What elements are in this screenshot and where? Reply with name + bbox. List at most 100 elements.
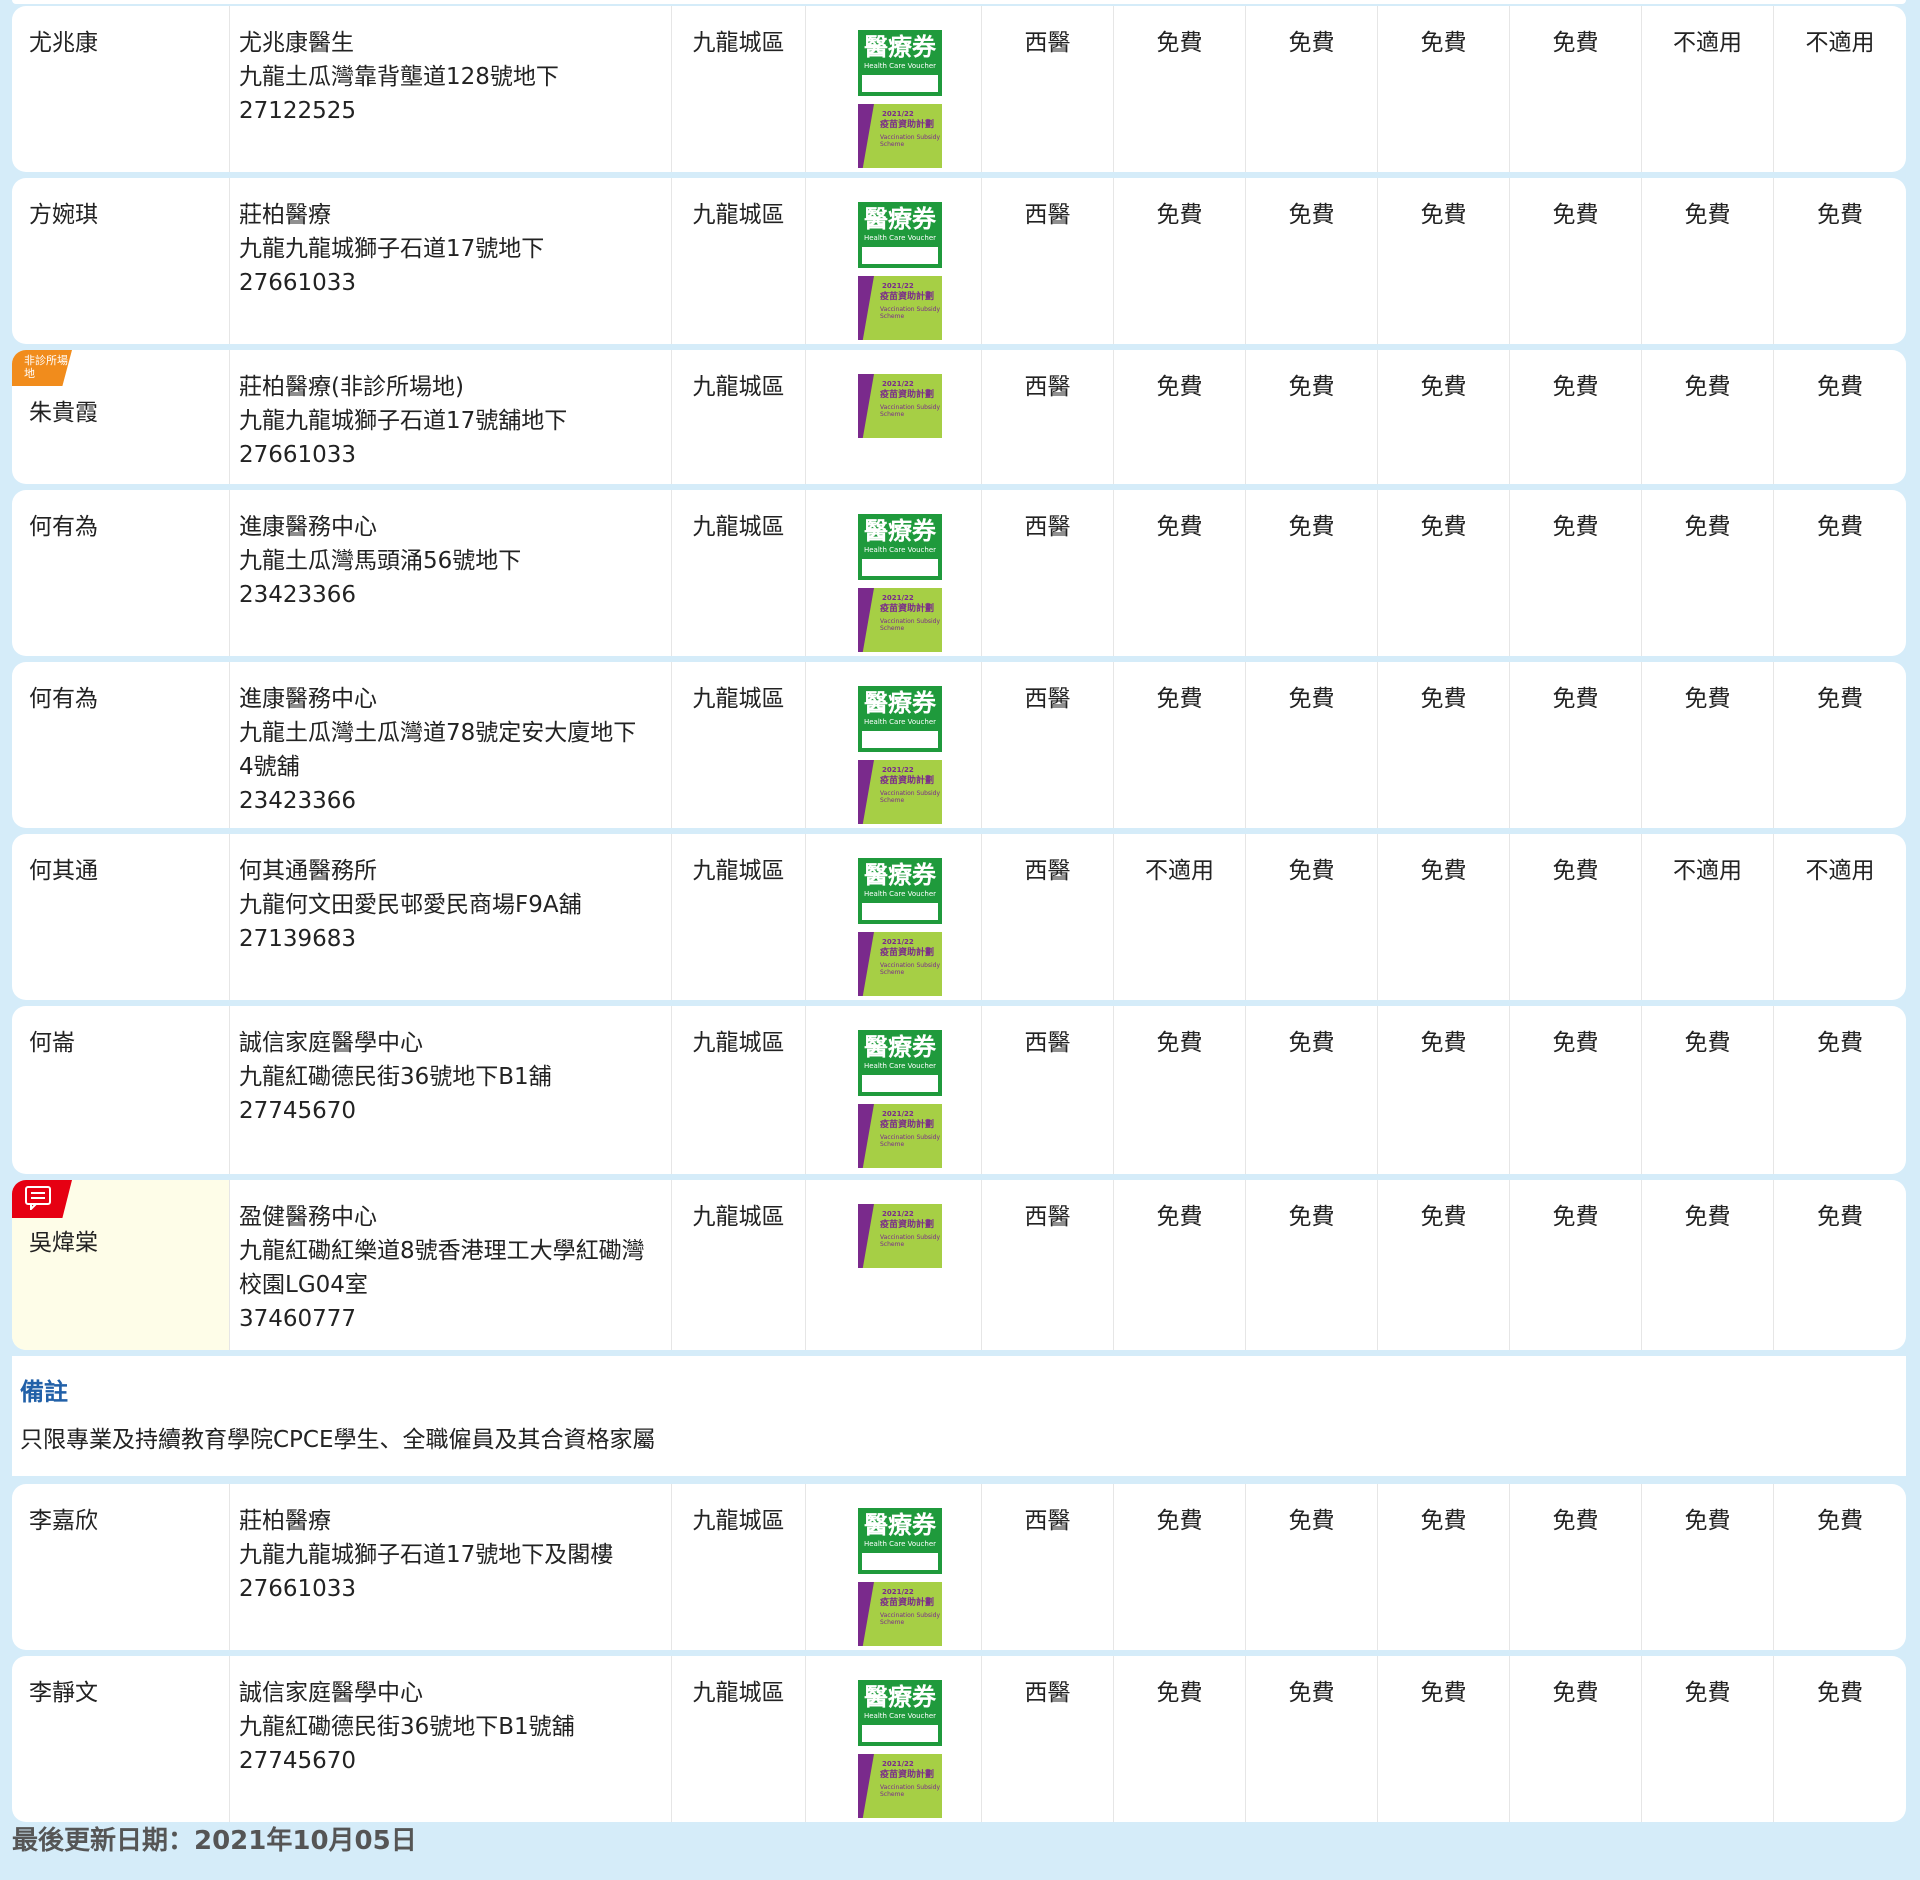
hcv-strip xyxy=(862,559,938,576)
scheme-icons-cell: 醫療券 Health Care Voucher 2021/22 疫苗資助計劃 Vacci… xyxy=(806,178,982,344)
clinic-name[interactable]: 莊柏醫療 xyxy=(239,1504,671,1538)
scheme-icons-cell: 2021/22 疫苗資助計劃 Vaccination Subsidy Scheme xyxy=(806,350,982,484)
hcv-title: 醫療券 xyxy=(864,33,936,61)
doctor-type: 西醫 xyxy=(982,834,1114,1000)
service-fee-value: 不適用 xyxy=(1114,834,1246,1000)
clinic-address: 校園LG04室 xyxy=(239,1272,368,1298)
vss-year: 2021/22 xyxy=(882,766,914,774)
scheme-icons-cell: 醫療券 Health Care Voucher 2021/22 疫苗資助計劃 Vacci… xyxy=(806,834,982,1000)
clinic-name[interactable]: 盈健醫務中心 xyxy=(239,1200,671,1234)
doctor-name[interactable]: 何有為 xyxy=(29,510,229,544)
service-fee-value: 不適用 xyxy=(1805,858,1875,884)
doctor-type: 西醫 xyxy=(982,350,1114,484)
service-fee-value: 免費 xyxy=(1246,6,1378,172)
doctor-name-cell: 何有為 xyxy=(12,490,230,656)
service-fee-value: 免費 xyxy=(1114,1484,1246,1650)
remark-box: 備註 只限專業及持續教育學院CPCE學生、全職僱員及其合資格家屬 xyxy=(12,1356,1906,1476)
table-row: 方婉琪 莊柏醫療 九龍九龍城獅子石道17號地下 27661033 九龍城區 醫療券 Heal… xyxy=(12,178,1906,344)
vss-subtitle: Vaccination Subsidy Scheme xyxy=(880,1784,941,1798)
hcv-strip xyxy=(862,1725,938,1742)
hcv-strip xyxy=(862,75,938,92)
vss-subtitle: Vaccination Subsidy Scheme xyxy=(880,404,941,418)
doctor-name[interactable]: 何其通 xyxy=(29,854,229,888)
doctor-name-cell: 吳煒棠 xyxy=(12,1180,230,1350)
doctor-name[interactable]: 何崙 xyxy=(29,1026,229,1060)
hcv-strip xyxy=(862,1553,938,1570)
vss-subtitle: Vaccination Subsidy Scheme xyxy=(880,618,941,632)
clinic-address: 九龍紅磡紅樂道8號香港理工大學紅磡灣 xyxy=(239,1238,645,1264)
vss-subtitle: Vaccination Subsidy Scheme xyxy=(880,1612,941,1626)
hcv-subtitle: Health Care Voucher xyxy=(863,546,937,554)
doctor-name[interactable]: 朱貴霞 xyxy=(29,396,229,430)
service-fee-value: 免費 xyxy=(1378,662,1510,828)
table-row: 非診所場地 朱貴霞 莊柏醫療(非診所場地) 九龍九龍城獅子石道17號舖地下 276610… xyxy=(12,350,1906,484)
service-fee-value: 免費 xyxy=(1114,1180,1246,1350)
vaccination-subsidy-scheme-icon: 2021/22 疫苗資助計劃 Vaccination Subsidy Scheme xyxy=(858,1754,942,1818)
service-fee-value: 免費 xyxy=(1378,1484,1510,1650)
service-fee-value: 免費 xyxy=(1817,1680,1863,1706)
service-fee-value: 免費 xyxy=(1817,1030,1863,1056)
doctor-type: 西醫 xyxy=(982,1180,1114,1350)
clinic-name[interactable]: 何其通醫務所 xyxy=(239,854,671,888)
hcv-strip xyxy=(862,1075,938,1092)
hcv-subtitle: Health Care Voucher xyxy=(863,62,937,70)
doctor-name[interactable]: 方婉琪 xyxy=(29,198,229,232)
doctor-name[interactable]: 何有為 xyxy=(29,682,229,716)
service-fee-value: 免費 xyxy=(1642,350,1774,484)
vss-title: 疫苗資助計劃 xyxy=(880,120,935,130)
service-fee-value: 免費 xyxy=(1817,374,1863,400)
service-fee-value: 免費 xyxy=(1817,514,1863,540)
vss-stripe xyxy=(858,932,874,996)
service-fee-value: 免費 xyxy=(1642,1484,1774,1650)
clinic-name[interactable]: 尤兆康醫生 xyxy=(239,26,671,60)
service-fee-value: 免費 xyxy=(1114,178,1246,344)
hcv-title: 醫療券 xyxy=(864,1033,936,1061)
clinic-phone: 27139683 xyxy=(239,926,357,952)
doctor-name[interactable]: 李靜文 xyxy=(29,1676,229,1710)
district: 九龍城區 xyxy=(672,1484,806,1650)
remark-title: 備註 xyxy=(20,1378,68,1406)
clinic-name[interactable]: 進康醫務中心 xyxy=(239,510,671,544)
service-fee-value: 免費 xyxy=(1817,202,1863,228)
doctor-name-cell: 何其通 xyxy=(12,834,230,1000)
service-fee-value: 免費 xyxy=(1642,662,1774,828)
hcv-subtitle: Health Care Voucher xyxy=(863,890,937,898)
service-fee-value: 不適用 xyxy=(1642,834,1774,1000)
clinic-info-cell: 進康醫務中心 九龍土瓜灣土瓜灣道78號定安大廈地下 4號舖 23423366 xyxy=(230,662,672,828)
scheme-icons-cell: 醫療券 Health Care Voucher 2021/22 疫苗資助計劃 Vacci… xyxy=(806,1656,982,1822)
clinic-name[interactable]: 莊柏醫療 xyxy=(239,198,671,232)
health-care-voucher-icon: 醫療券 Health Care Voucher xyxy=(858,1680,942,1746)
clinic-phone: 27745670 xyxy=(239,1098,357,1124)
doctor-type: 西醫 xyxy=(982,490,1114,656)
scheme-icons-cell: 醫療券 Health Care Voucher 2021/22 疫苗資助計劃 Vacci… xyxy=(806,490,982,656)
clinic-address: 九龍紅磡德民街36號地下B1號舖 xyxy=(239,1714,575,1740)
clinic-name[interactable]: 進康醫務中心 xyxy=(239,682,671,716)
health-care-voucher-icon: 醫療券 Health Care Voucher xyxy=(858,858,942,924)
message-icon[interactable] xyxy=(12,1180,72,1218)
service-fee-value: 免費 xyxy=(1378,6,1510,172)
vss-title: 疫苗資助計劃 xyxy=(880,948,935,958)
clinic-info-cell: 何其通醫務所 九龍何文田愛民邨愛民商場F9A舖 27139683 xyxy=(230,834,672,1000)
service-fee-value: 免費 xyxy=(1510,6,1642,172)
doctor-name[interactable]: 尤兆康 xyxy=(29,26,229,60)
doctor-name-cell: 尤兆康 xyxy=(12,6,230,172)
table-row: 何崙 誠信家庭醫學中心 九龍紅磡德民街36號地下B1舖 27745670 九龍城區 醫療券… xyxy=(12,1006,1906,1174)
service-fee-value: 免費 xyxy=(1246,1656,1378,1822)
vss-title: 疫苗資助計劃 xyxy=(880,1770,935,1780)
clinic-info-cell: 誠信家庭醫學中心 九龍紅磡德民街36號地下B1舖 27745670 xyxy=(230,1006,672,1174)
doctor-name[interactable]: 吳煒棠 xyxy=(29,1226,229,1260)
service-fee-value: 免費 xyxy=(1114,1656,1246,1822)
district: 九龍城區 xyxy=(672,490,806,656)
vss-subtitle: Vaccination Subsidy Scheme xyxy=(880,1234,941,1248)
district: 九龍城區 xyxy=(672,662,806,828)
service-fee-value: 免費 xyxy=(1642,490,1774,656)
service-fee-value: 免費 xyxy=(1246,1180,1378,1350)
clinic-phone: 27661033 xyxy=(239,270,357,296)
doctor-name[interactable]: 李嘉欣 xyxy=(29,1504,229,1538)
clinic-name[interactable]: 誠信家庭醫學中心 xyxy=(239,1676,671,1710)
clinic-name[interactable]: 誠信家庭醫學中心 xyxy=(239,1026,671,1060)
service-fee-value: 免費 xyxy=(1114,490,1246,656)
service-fee-value: 免費 xyxy=(1510,1484,1642,1650)
clinic-phone: 23423366 xyxy=(239,582,357,608)
clinic-name[interactable]: 莊柏醫療(非診所場地) xyxy=(239,370,671,404)
